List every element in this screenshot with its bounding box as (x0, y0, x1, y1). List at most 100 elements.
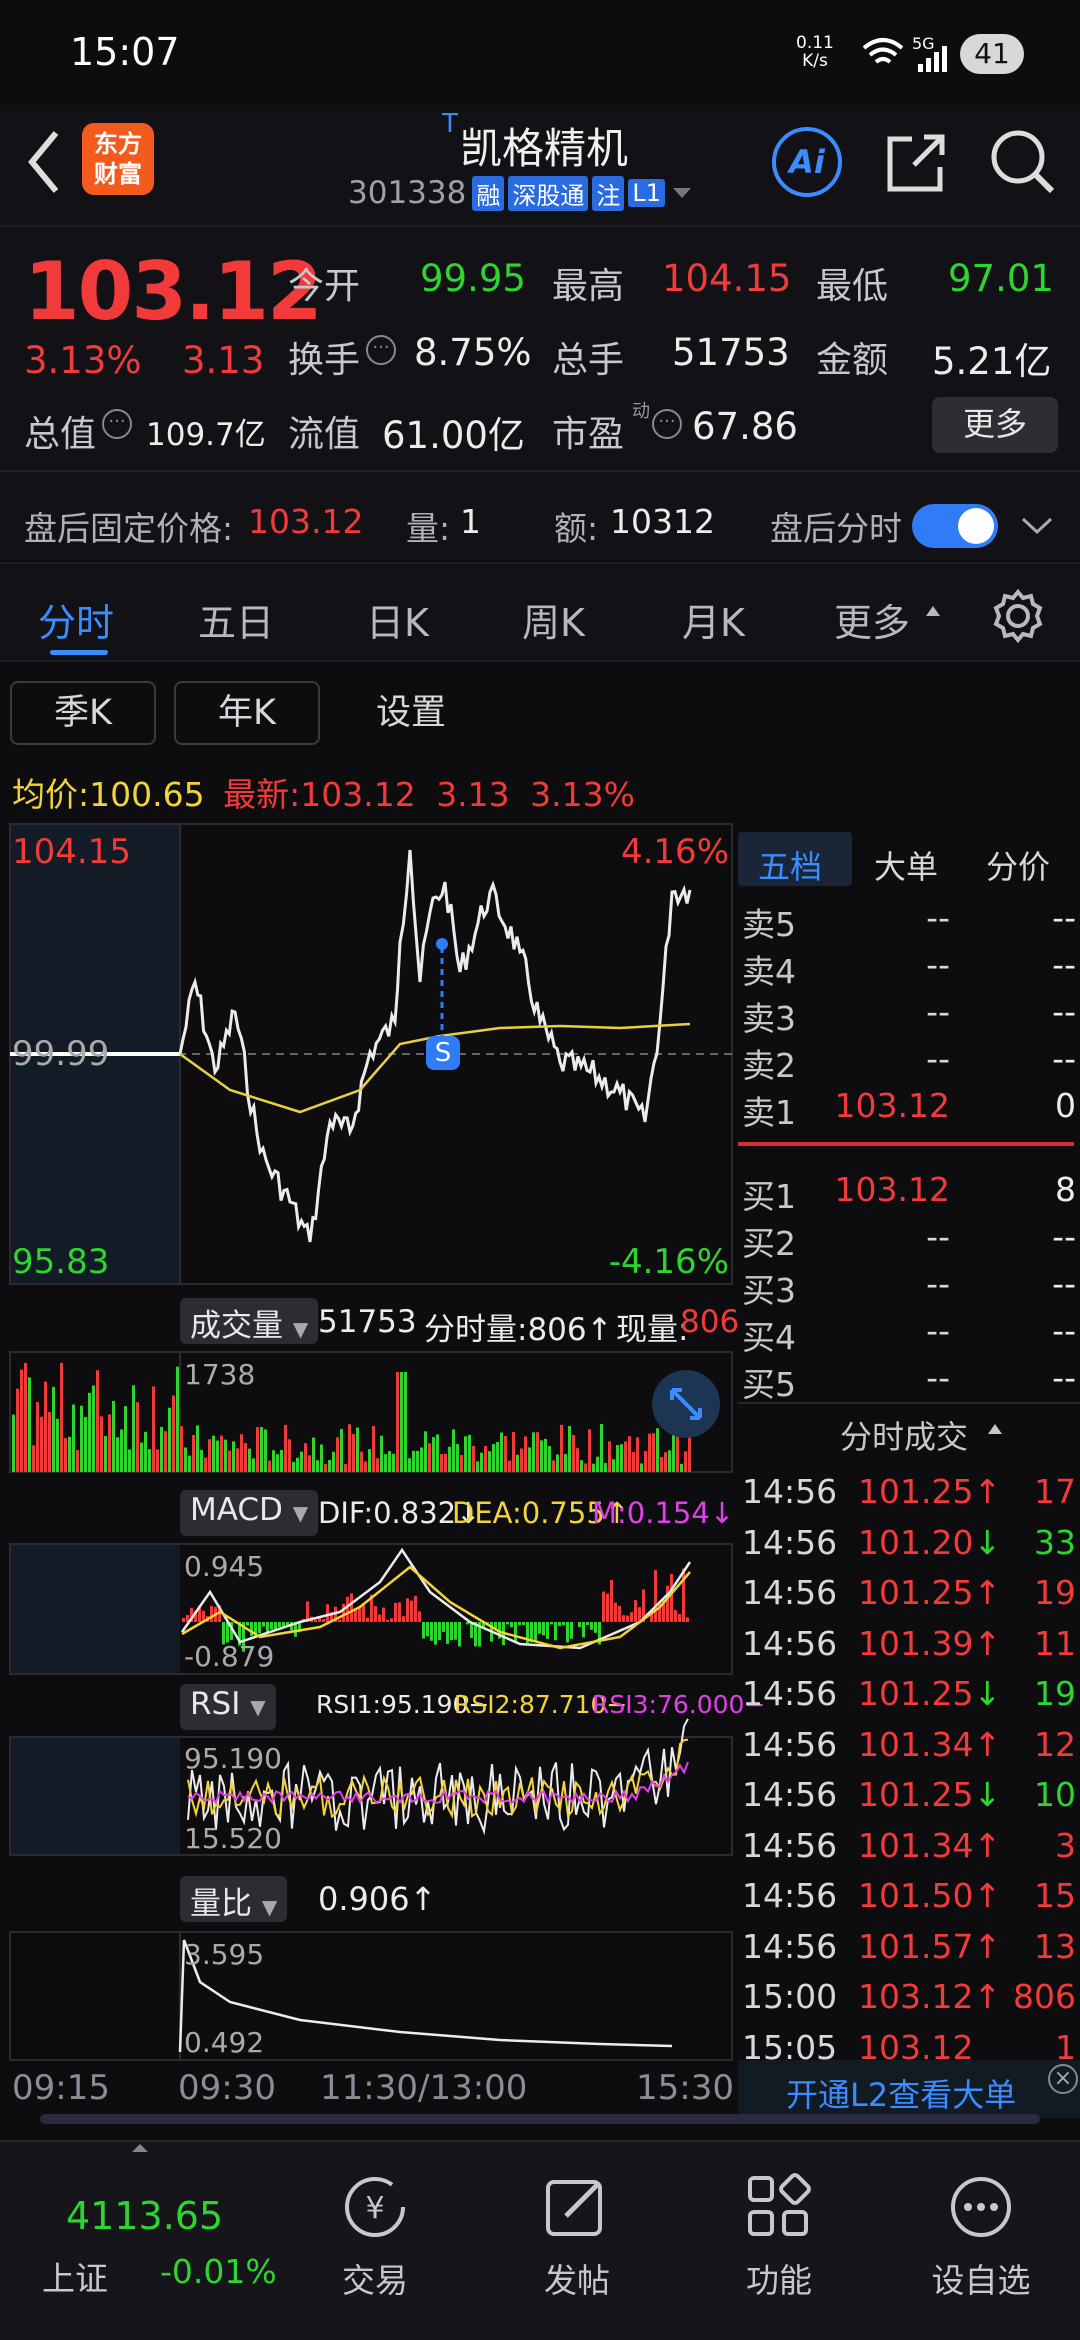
stock-name[interactable]: 凯格精机 (460, 115, 628, 176)
tab-five-day[interactable]: 五日 (198, 592, 274, 647)
volume-bars (12, 1362, 691, 1472)
gear-icon[interactable] (990, 588, 1046, 644)
l2-promo-text[interactable]: 开通L2查看大单 (786, 2070, 1016, 2116)
ticks-title[interactable]: 分时成交 (840, 1412, 968, 1458)
ask-row[interactable]: 卖4 -- -- (738, 945, 1080, 991)
index-value[interactable]: 4113.65 (66, 2194, 223, 2238)
macd-min-label: -0.879 (184, 1640, 275, 1673)
footer-post[interactable]: 发帖 (497, 2254, 657, 2302)
y-max-label: 104.15 (12, 832, 131, 872)
app-logo[interactable]: 东方 财富 (82, 123, 154, 195)
tab-intraday[interactable]: 分时 (38, 592, 114, 647)
functions-icon[interactable] (744, 2172, 814, 2242)
macd-bar (542, 1622, 545, 1636)
ask-qty: -- (1052, 945, 1076, 984)
svg-text:¥: ¥ (365, 2191, 384, 2226)
post-icon[interactable] (542, 2172, 612, 2242)
tab-big-orders[interactable]: 大单 (874, 842, 938, 888)
volume-bar (604, 1463, 607, 1472)
volume-indicator-chip[interactable]: 成交量 ▼ (180, 1298, 319, 1344)
volume-bar (80, 1405, 83, 1472)
footer-add-watchlist[interactable]: 设自选 (901, 2254, 1061, 2302)
caret-up-icon (988, 1424, 1002, 1434)
pct-max-label: 4.16% (620, 832, 729, 872)
macd-bar (506, 1622, 509, 1625)
macd-bar (602, 1591, 605, 1622)
volume-bar (400, 1372, 403, 1472)
ai-button[interactable]: Ai (772, 127, 842, 197)
tab-five-levels[interactable]: 五档 (758, 842, 822, 888)
volume-bar (220, 1435, 223, 1472)
l2-promo-bar[interactable]: 开通L2查看大单 × (738, 2060, 1080, 2118)
macd-bar (594, 1622, 597, 1633)
tab-daily-k[interactable]: 日K (366, 592, 429, 647)
badge-l1: L1 (628, 179, 665, 207)
yearly-k-button[interactable]: 年K (174, 681, 320, 745)
macd-bar (450, 1622, 453, 1641)
chart-canvas (9, 823, 733, 2061)
tab-price-dist[interactable]: 分价 (986, 842, 1050, 888)
macd-bar (262, 1622, 265, 1627)
vol-ratio-indicator-chip[interactable]: 量比 ▼ (180, 1876, 288, 1922)
chart-panel[interactable]: 104.15 99.99 95.83 4.16% -4.16% S 成交量 ▼ … (0, 822, 765, 2122)
volume-bar (360, 1451, 363, 1472)
ask-row[interactable]: 卖2 -- -- (738, 1039, 1080, 1085)
bid-row[interactable]: 买5 -- -- (738, 1358, 1080, 1404)
macd-bar (182, 1617, 185, 1622)
more-button[interactable]: 更多 (932, 397, 1058, 453)
spread-divider (738, 1142, 1074, 1146)
caret-up-icon[interactable] (130, 2142, 150, 2154)
volume-bar (320, 1444, 323, 1472)
bid-row[interactable]: 买2 -- -- (738, 1217, 1080, 1263)
bid-row[interactable]: 买4 -- -- (738, 1311, 1080, 1357)
volume-bar (260, 1427, 263, 1472)
volume-bar (280, 1449, 283, 1472)
volume-bar (488, 1451, 491, 1472)
macd-bar (626, 1615, 629, 1622)
trade-icon[interactable]: ¥ (340, 2172, 410, 2242)
after-hours-toggle[interactable] (912, 504, 998, 548)
macd-bar (426, 1622, 429, 1637)
rsi-indicator-chip[interactable]: RSI ▼ (180, 1684, 276, 1730)
volume-bar (420, 1447, 423, 1472)
share-icon[interactable] (884, 129, 950, 195)
signal-marker[interactable]: S (426, 1036, 460, 1070)
quarterly-k-button[interactable]: 季K (10, 681, 156, 745)
ask-row[interactable]: 卖5 -- -- (738, 898, 1080, 944)
footer-functions[interactable]: 功能 (699, 2254, 859, 2302)
close-icon[interactable]: × (1048, 2064, 1078, 2094)
ask-row[interactable]: 卖1 103.12 0 (738, 1086, 1080, 1132)
macd-bar (522, 1622, 525, 1625)
bid-qty: -- (1052, 1264, 1076, 1303)
settings-button[interactable]: 设置 (338, 681, 484, 745)
avg-value: 100.65 (89, 775, 205, 814)
info-icon[interactable]: ··· (102, 409, 132, 439)
tab-more[interactable]: 更多 (834, 592, 910, 647)
search-icon[interactable] (988, 127, 1058, 197)
bid-row[interactable]: 买1 103.12 8 (738, 1170, 1080, 1216)
bid-row[interactable]: 买3 -- -- (738, 1264, 1080, 1310)
info-icon[interactable]: ··· (366, 335, 396, 365)
ask-label: 卖1 (742, 1093, 796, 1132)
macd-indicator-chip[interactable]: MACD ▼ (180, 1490, 319, 1536)
stock-code-row[interactable]: 301338 融 深股通 注 L1 (348, 175, 693, 211)
ask-row[interactable]: 卖3 -- -- (738, 992, 1080, 1038)
back-icon[interactable] (24, 127, 64, 197)
turnover-value: 8.75% (414, 331, 532, 374)
vol-ratio-max-label: 3.595 (184, 1938, 265, 1971)
low-value: 97.01 (948, 257, 1054, 300)
tab-weekly-k[interactable]: 周K (522, 592, 585, 647)
expand-button[interactable] (652, 1370, 720, 1438)
add-watchlist-icon[interactable] (946, 2172, 1016, 2242)
chevron-down-icon[interactable] (1020, 516, 1054, 536)
tick-price: 101.25↓ (858, 1674, 1002, 1713)
tick-qty: 13 (1034, 1926, 1076, 1966)
info-icon[interactable]: ··· (652, 409, 682, 439)
tick-row: 15:00 103.12↑ 806 (738, 1977, 1080, 2027)
index-pct: -0.01% (160, 2252, 277, 2291)
macd-bar (458, 1622, 461, 1647)
tab-monthly-k[interactable]: 月K (682, 592, 745, 647)
footer-trade[interactable]: 交易 (295, 2254, 455, 2302)
bid-qty: 8 (1055, 1170, 1076, 1209)
volume-bar (308, 1455, 311, 1472)
